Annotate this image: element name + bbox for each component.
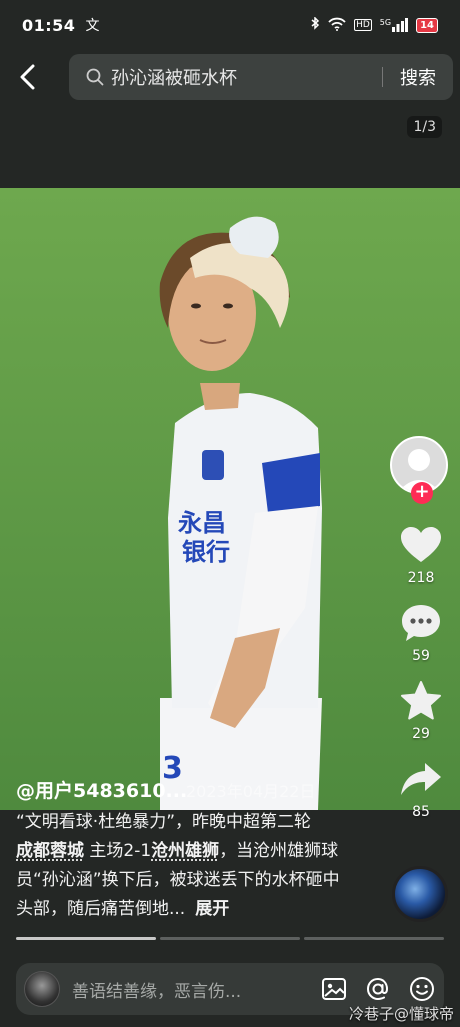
image-progress xyxy=(16,937,444,940)
progress-segment xyxy=(16,937,156,940)
top-bar: 孙沁涵被砸水杯 搜索 xyxy=(0,52,460,102)
search-input[interactable]: 孙沁涵被砸水杯 xyxy=(111,64,382,90)
hd-icon: HD xyxy=(354,19,372,31)
comment-action[interactable]: 59 xyxy=(388,600,454,664)
search-icon xyxy=(85,67,105,87)
my-avatar xyxy=(24,971,60,1007)
search-box[interactable]: 孙沁涵被砸水杯 搜索 xyxy=(69,54,453,100)
follow-button[interactable]: + xyxy=(411,482,433,504)
author-username[interactable]: @用户5483610... xyxy=(16,776,187,803)
music-disc[interactable] xyxy=(392,866,448,922)
comment-input[interactable]: 善语结善缘，恶言伤... xyxy=(72,977,312,1002)
share-count: 85 xyxy=(412,804,430,820)
bluetooth-icon xyxy=(310,15,320,34)
screen: 01:54 文 HD 5G 14 孙沁涵被砸水杯 搜索 1/3 永昌 银行 3 … xyxy=(0,0,460,1027)
image-page-indicator: 1/3 xyxy=(407,116,442,138)
progress-segment xyxy=(304,937,444,940)
battery-icon: 14 xyxy=(416,17,438,33)
caption-text-1: “文明看球·杜绝暴力”，昨晚中超第二轮 xyxy=(16,812,312,832)
hashtag-cangzhou[interactable]: 沧州雄狮 xyxy=(151,841,219,861)
post-date: 2023年04月22日 xyxy=(186,782,316,801)
share-arrow-icon[interactable] xyxy=(388,756,454,802)
expand-button[interactable]: 展开 xyxy=(195,899,229,919)
hashtag-chengdu[interactable]: 成都蓉城 xyxy=(16,841,84,861)
like-count: 218 xyxy=(407,570,435,586)
action-column: + 218 59 29 85 xyxy=(388,436,454,820)
network-type: 5G xyxy=(379,18,392,27)
back-button[interactable] xyxy=(0,52,56,102)
search-button[interactable]: 搜索 xyxy=(383,64,453,90)
heart-icon[interactable] xyxy=(388,522,454,568)
comment-count: 59 xyxy=(412,648,430,664)
comment-icon[interactable] xyxy=(388,600,454,646)
share-action[interactable]: 85 xyxy=(388,756,454,820)
favorite-action[interactable]: 29 xyxy=(388,678,454,742)
wifi-icon xyxy=(328,17,346,34)
back-arrow-icon xyxy=(20,64,35,90)
favorite-count: 29 xyxy=(412,726,430,742)
status-time: 01:54 xyxy=(22,15,76,35)
post-caption[interactable]: “文明看球·杜绝暴力”，昨晚中超第二轮 成都蓉城 主场2-1沧州雄狮，当沧州雄狮… xyxy=(16,808,346,924)
star-icon[interactable] xyxy=(388,678,454,724)
status-bar: 01:54 文 HD 5G 14 xyxy=(0,0,460,50)
watermark: 冷巷子@懂球帝 xyxy=(348,1005,454,1023)
translate-icon: 文 xyxy=(85,18,100,34)
status-indicators: HD 5G 14 xyxy=(310,15,438,34)
signal-icon: 5G xyxy=(379,18,409,32)
battery-level: 14 xyxy=(420,19,434,31)
progress-segment xyxy=(160,937,300,940)
like-action[interactable]: 218 xyxy=(388,522,454,586)
svg-text:银行: 银行 xyxy=(182,538,230,566)
author-avatar[interactable]: + xyxy=(390,436,452,504)
svg-text:永昌: 永昌 xyxy=(178,509,226,537)
caption-text-2: 主场2-1 xyxy=(89,841,152,861)
